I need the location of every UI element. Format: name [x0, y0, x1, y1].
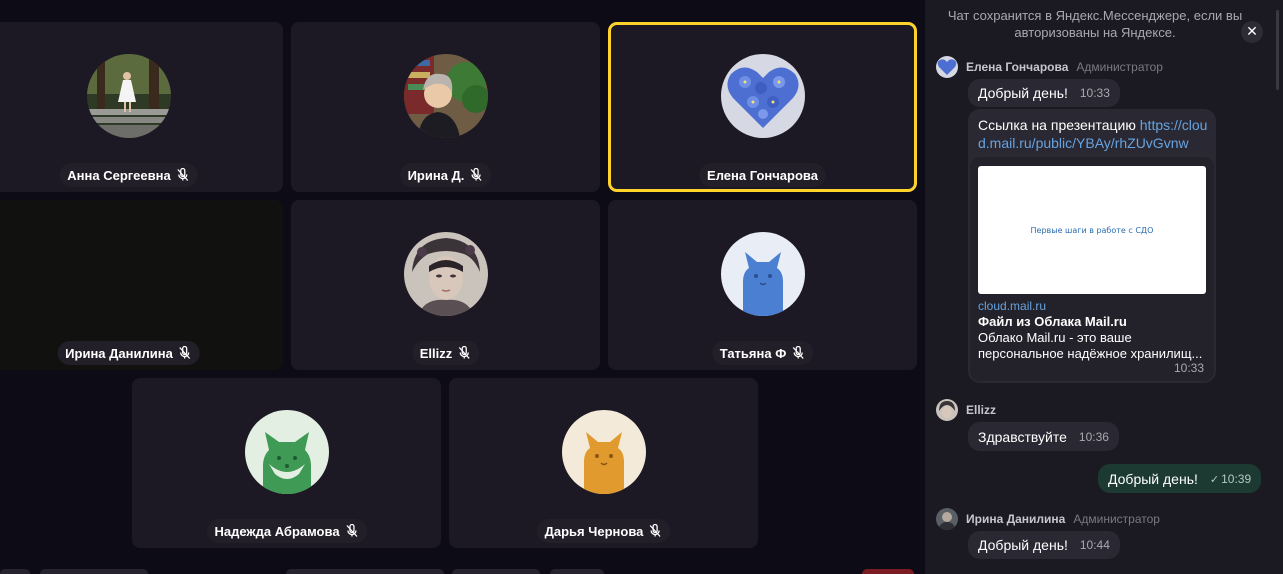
- message-text: Добрый день!: [1108, 470, 1198, 487]
- participant-tile-video[interactable]: Ирина Данилина: [0, 200, 283, 370]
- photo-avatar-icon: [86, 54, 171, 138]
- participant-avatar: [86, 54, 171, 138]
- cat-avatar-icon: [720, 232, 805, 316]
- author-role: Администратор: [1073, 512, 1160, 526]
- message-author-row: Елена Гончарова Администратор: [936, 56, 1163, 78]
- author-name: Ellizz: [966, 403, 997, 417]
- participant-avatar: [561, 410, 646, 494]
- mic-off-icon: [345, 524, 359, 538]
- participant-name: Ирина Д.: [407, 167, 465, 183]
- participant-tile[interactable]: Дарья Чернова: [449, 378, 758, 548]
- participant-name-chip: Надежда Абрамова: [206, 519, 367, 543]
- participant-avatar: [244, 410, 329, 494]
- message-author-row: Ellizz: [936, 399, 996, 421]
- message-bubble[interactable]: Добрый день! 10:44: [968, 531, 1120, 559]
- participant-name: Ellizz: [419, 345, 453, 361]
- participant-tile[interactable]: Надежда Абрамова: [132, 378, 441, 548]
- participant-tile[interactable]: Ellizz: [291, 200, 600, 370]
- participant-tile[interactable]: Ирина Д.: [291, 22, 600, 192]
- participant-name-chip: Ellizz: [411, 341, 480, 365]
- close-icon[interactable]: ✕: [1241, 21, 1263, 43]
- participant-name-chip: Елена Гончарова: [699, 163, 826, 187]
- participant-name-chip: Анна Сергеевна: [59, 163, 198, 187]
- preview-image: Первые шаги в работе с СДО: [978, 166, 1206, 294]
- participant-name-chip: Дарья Чернова: [536, 519, 671, 543]
- participant-name: Анна Сергеевна: [67, 167, 171, 183]
- author-avatar: [936, 56, 958, 78]
- flower-avatar-icon: [720, 54, 805, 138]
- participant-name: Дарья Чернова: [544, 523, 644, 539]
- participant-avatar: [720, 232, 805, 316]
- preview-image-caption: Первые шаги в работе с СДО: [1030, 225, 1154, 235]
- mic-off-icon: [648, 524, 662, 538]
- author-avatar: [936, 508, 958, 530]
- video-grid: Анна Сергеевна Ирина Д. Елена Гончарова …: [0, 0, 925, 574]
- message-time: 10:33: [1079, 86, 1110, 100]
- mic-off-icon: [457, 346, 471, 360]
- participant-name-chip: Татьяна Ф: [711, 341, 814, 365]
- photo-avatar-icon: [403, 54, 488, 138]
- read-check-icon: ✓: [1209, 473, 1220, 486]
- toolbar-button-partial[interactable]: [0, 569, 30, 574]
- mic-off-icon: [178, 346, 192, 360]
- chat-scrollbar[interactable]: [1276, 10, 1279, 90]
- preview-title: Файл из Облака Mail.ru: [978, 314, 1127, 329]
- message-text: Добрый день!: [978, 537, 1068, 553]
- author-name: Елена Гончарова: [966, 60, 1069, 74]
- participant-avatar: [403, 232, 488, 316]
- toolbar-button-partial[interactable]: [286, 569, 444, 574]
- portrait-avatar-icon: [403, 232, 488, 316]
- participant-name: Татьяна Ф: [719, 345, 787, 361]
- toolbar-button-partial[interactable]: [550, 569, 604, 574]
- participant-name-chip: Ирина Д.: [399, 163, 492, 187]
- bottom-toolbar-partial: [0, 567, 925, 574]
- participant-tile[interactable]: Анна Сергеевна: [0, 22, 283, 192]
- message-time: 10:44: [1079, 538, 1110, 552]
- link-preview-card[interactable]: Первые шаги в работе с СДО cloud.mail.ru…: [970, 157, 1214, 381]
- participant-name: Ирина Данилина: [65, 345, 173, 361]
- leave-button-partial[interactable]: [862, 569, 914, 574]
- message-author-row: Ирина Данилина Администратор: [936, 508, 1160, 530]
- cat-avatar-icon: [561, 410, 646, 494]
- own-message-bubble[interactable]: Добрый день! ✓ 10:39: [1098, 464, 1262, 493]
- preview-domain: cloud.mail.ru: [978, 299, 1047, 313]
- mic-off-icon: [791, 346, 805, 360]
- participant-tile[interactable]: Татьяна Ф: [608, 200, 917, 370]
- participant-name: Надежда Абрамова: [214, 523, 340, 539]
- participant-avatar: [403, 54, 488, 138]
- message-bubble[interactable]: Здравствуйте 10:36: [968, 422, 1119, 451]
- message-time-wrap: ✓ 10:39: [1210, 472, 1251, 486]
- participant-tile-active-speaker[interactable]: Елена Гончарова: [608, 22, 917, 192]
- toolbar-button-partial[interactable]: [40, 569, 148, 574]
- chat-panel: Чат сохранится в Яндекс.Мессенджере, есл…: [925, 0, 1283, 574]
- mic-off-icon: [469, 168, 483, 182]
- chat-notice: Чат сохранится в Яндекс.Мессенджере, есл…: [947, 8, 1243, 40]
- participant-name: Елена Гончарова: [707, 167, 818, 183]
- message-text: Добрый день!: [978, 85, 1068, 101]
- mic-off-icon: [176, 168, 190, 182]
- message-text: Ссылка на презентацию https://cloud.mail…: [978, 116, 1210, 152]
- author-role: Администратор: [1076, 60, 1163, 74]
- message-bubble[interactable]: Добрый день! 10:33: [968, 79, 1120, 107]
- author-avatar: [936, 399, 958, 421]
- video-call-window: Анна Сергеевна Ирина Д. Елена Гончарова …: [0, 0, 1283, 574]
- fox-avatar-icon: [244, 410, 329, 494]
- participant-name-chip: Ирина Данилина: [57, 341, 200, 365]
- message-text: Здравствуйте: [978, 428, 1067, 445]
- participant-avatar: [720, 54, 805, 138]
- message-time: 10:36: [1078, 429, 1109, 444]
- author-name: Ирина Данилина: [966, 512, 1066, 526]
- message-time: 10:39: [1221, 471, 1252, 486]
- preview-description: Облако Mail.ru - это ваше персональное н…: [978, 330, 1203, 361]
- message-text-prefix: Ссылка на презентацию: [978, 117, 1140, 133]
- link-message-bubble[interactable]: Ссылка на презентацию https://cloud.mail…: [968, 109, 1216, 383]
- message-time: 10:33: [1173, 361, 1204, 375]
- toolbar-button-partial[interactable]: [452, 569, 540, 574]
